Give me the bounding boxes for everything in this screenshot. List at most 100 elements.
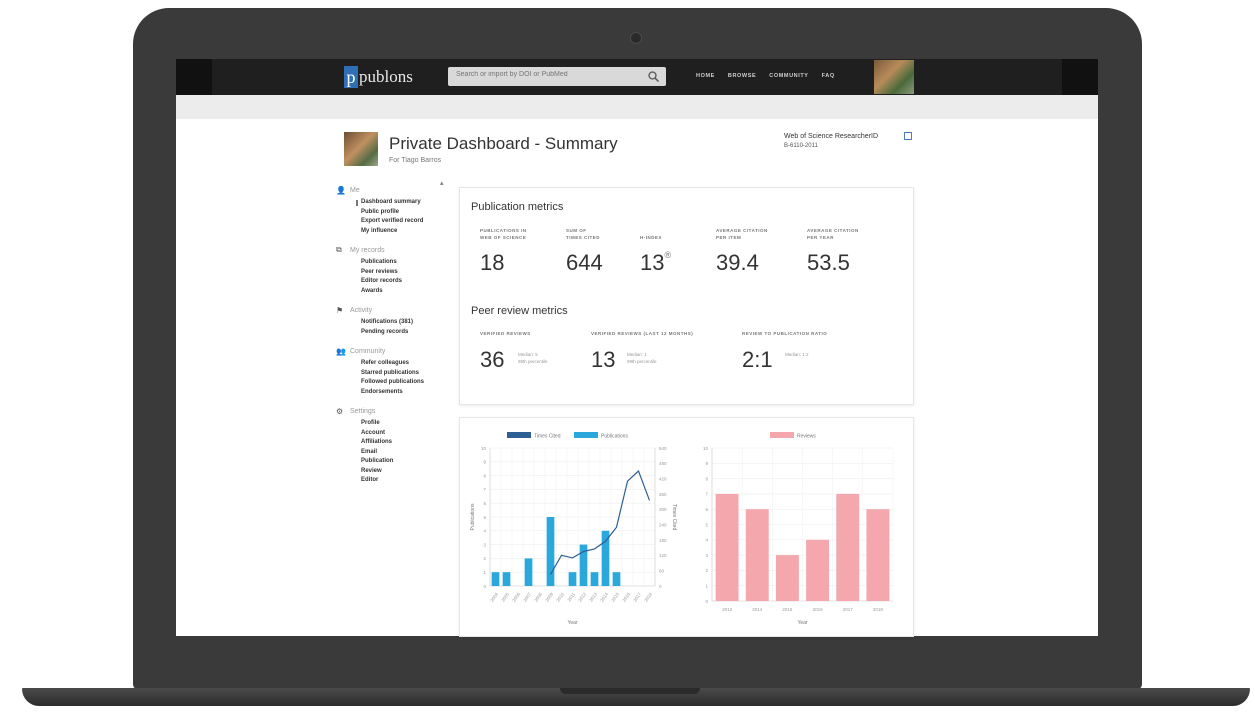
sidebar-item-refer-colleagues[interactable]: Refer colleagues (361, 359, 446, 369)
nav-community[interactable]: COMMUNITY (769, 73, 808, 79)
metric-label: per year (807, 234, 834, 240)
y2-tick-label: 300 (659, 507, 667, 512)
sidebar-group-header: ⧉ My records (336, 244, 446, 256)
bar-publications (590, 572, 599, 586)
metric-note-line: 99th percentile (518, 358, 548, 364)
x-tick-label: 2017 (632, 591, 642, 602)
legend-swatch-publications (574, 432, 598, 438)
y2-tick-label: 240 (659, 522, 667, 527)
sidebar-group-header: ⚑ Activity (336, 304, 446, 316)
y2-tick-label: 360 (659, 492, 667, 497)
bar-publications (546, 517, 555, 586)
metric-value: 2:1 (742, 346, 773, 372)
sidebar-item-editor[interactable]: Editor (361, 476, 446, 486)
publons-logo[interactable]: p publons (344, 65, 413, 89)
x-tick-label: 2013 (722, 607, 733, 612)
metric-label: Average citation (807, 228, 859, 233)
top-navigation-bar: ppublons HOME BROWSE COMMUNITY FAQ (176, 59, 1098, 95)
sidebar-item-awards[interactable]: Awards (361, 287, 446, 297)
metric-label: per item (716, 234, 742, 240)
metric-avg-citation-per-year: Average citation per year 53.5 (807, 228, 859, 276)
records-icon: ⧉ (336, 245, 342, 254)
metric-label: H-index (640, 234, 663, 240)
sidebar-item-endorsements[interactable]: Endorsements (361, 388, 446, 398)
user-avatar[interactable] (874, 60, 914, 94)
metric-label: Verified reviews (last 12 months) (591, 331, 694, 336)
y-tick-label: 3 (483, 542, 486, 547)
search-box[interactable] (448, 67, 666, 86)
sidebar-collapse-icon[interactable]: ▴ (440, 179, 444, 187)
x-tick-label: 2004 (489, 591, 499, 602)
y-tick-label: 1 (705, 584, 708, 589)
bar-publications (601, 530, 610, 586)
sidebar-item-publication[interactable]: Publication (361, 457, 446, 467)
x-tick-label: 2009 (544, 591, 554, 602)
sidebar-item-peer-reviews[interactable]: Peer reviews (361, 268, 446, 278)
y2-tick-label: 60 (659, 568, 665, 573)
sidebar-item-starred-publications[interactable]: Starred publications (361, 369, 446, 379)
legend-swatch-reviews (770, 432, 794, 438)
x-tick-label: 2005 (500, 591, 510, 602)
x-tick-label: 2015 (782, 607, 793, 612)
x-tick-label: 2014 (599, 591, 609, 602)
sidebar-item-pending-records[interactable]: Pending records (361, 328, 446, 338)
publications-citations-chart: Times Cited Publications 0 1 2 3 4 5 6 7 8 9 10 0 60 12… (470, 432, 677, 626)
bar-reviews (775, 555, 799, 601)
publication-metrics-title: Publication metrics (471, 201, 564, 213)
x-tick-label: 2013 (588, 591, 598, 602)
sidebar-item-review[interactable]: Review (361, 467, 446, 477)
x-axis-title: Year (567, 620, 577, 626)
sidebar-item-dashboard-summary[interactable]: Dashboard summary (356, 198, 446, 208)
reviews-chart: Reviews 0 1 2 3 4 5 6 7 8 9 10 2013 2014 2015 2016 2017 2… (703, 432, 894, 626)
sidebar-item-export-verified-record[interactable]: Export verified record (361, 217, 446, 227)
y-tick-label: 4 (705, 538, 708, 543)
nav-browse[interactable]: BROWSE (728, 73, 756, 79)
user-icon: 👤 (336, 185, 346, 195)
y2-axis-title: Times Cited (671, 504, 677, 531)
sidebar-group-community: 👥 Community Refer colleagues Starred pub… (336, 345, 446, 397)
researcher-id-label[interactable]: Web of Science ResearcherID (784, 133, 878, 140)
bar-publications (612, 572, 621, 586)
sidebar-item-my-influence[interactable]: My influence (361, 227, 446, 237)
nav-faq[interactable]: FAQ (822, 73, 835, 79)
sidebar-group-label: Settings (350, 407, 376, 415)
nav-home[interactable]: HOME (696, 73, 715, 79)
sub-header-bar (176, 95, 1098, 119)
metric-note: Median: 1:2 (785, 352, 809, 359)
sidebar-item-profile[interactable]: Profile (361, 419, 446, 429)
sidebar-item-editor-records[interactable]: Editor records (361, 277, 446, 287)
metric-publications-in-wos: Publications in Web of Science 18 (480, 228, 527, 276)
y2-tick-label: 120 (659, 553, 667, 558)
y-axis-title: Publications (470, 503, 476, 530)
sidebar-group-my-records: ⧉ My records Publications Peer reviews E… (336, 244, 446, 296)
page-subtitle: For Tiago Barros (389, 157, 442, 164)
metric-label: times cited (566, 234, 601, 240)
y-tick-label: 8 (705, 476, 708, 481)
sidebar-item-notifications[interactable]: Notifications (381) (361, 318, 446, 328)
search-icon[interactable] (647, 70, 660, 83)
sidebar-item-affiliations[interactable]: Affiliations (361, 438, 446, 448)
sidebar-item-publications[interactable]: Publications (361, 258, 446, 268)
peer-review-metrics-title: Peer review metrics (471, 305, 568, 317)
metric-note-line: 99th percentile (627, 358, 657, 364)
metric-value: 13 (640, 250, 665, 275)
x-tick-label: 2008 (533, 591, 543, 602)
sidebar-item-public-profile[interactable]: Public profile (361, 208, 446, 218)
search-input[interactable] (454, 70, 643, 79)
x-tick-label: 2018 (873, 607, 884, 612)
topbar-left-pad (176, 59, 212, 95)
x-tick-label: 2007 (522, 591, 532, 602)
y-tick-label: 7 (705, 492, 708, 497)
metric-label: Web of Science (480, 234, 527, 240)
x-tick-label: 2014 (752, 607, 763, 612)
external-link-icon[interactable] (904, 132, 912, 140)
metric-label: Verified reviews (480, 331, 531, 336)
sidebar-item-followed-publications[interactable]: Followed publications (361, 378, 446, 388)
y-tick-label: 5 (483, 515, 486, 520)
sidebar-item-email[interactable]: Email (361, 448, 446, 458)
y2-tick-label: 420 (659, 476, 667, 481)
y-tick-label: 1 (483, 570, 486, 575)
metric-value: 18 (480, 250, 505, 275)
sidebar-item-account[interactable]: Account (361, 429, 446, 439)
y-tick-label: 6 (483, 501, 486, 506)
